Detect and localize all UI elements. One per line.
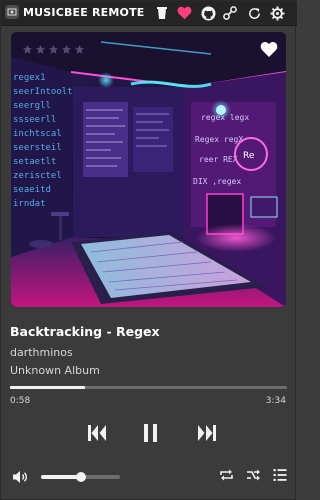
album-art: regex1 seerIntoolt seergll ssseerll inch… [11, 32, 286, 307]
tools-icon[interactable] [221, 4, 239, 22]
svg-text:reer REX: reer REX [199, 155, 238, 164]
svg-text:DIX ,regex: DIX ,regex [193, 177, 241, 186]
svg-text:seaeitd: seaeitd [13, 185, 51, 195]
svg-text:zerisctel: zerisctel [13, 171, 62, 181]
github-icon[interactable] [199, 4, 217, 22]
heart-icon[interactable] [175, 4, 193, 22]
volume-icon [13, 471, 27, 483]
svg-text:ssseerll: ssseerll [13, 115, 56, 125]
pause-button[interactable] [139, 421, 163, 445]
app-icon [5, 5, 19, 19]
star-icon[interactable] [35, 44, 46, 55]
refresh-icon[interactable] [245, 4, 263, 22]
progress-bar[interactable] [10, 386, 287, 389]
svg-text:setaetlt: setaetlt [13, 157, 56, 167]
track-artist: darthminos [10, 346, 73, 359]
pause-icon [144, 424, 157, 442]
playlist-button[interactable] [271, 466, 289, 484]
previous-icon [88, 425, 106, 441]
progress-fill [10, 386, 85, 389]
star-icon[interactable] [61, 44, 72, 55]
star-icon[interactable] [22, 44, 33, 55]
playlist-icon [273, 469, 287, 481]
previous-button[interactable] [85, 421, 109, 445]
svg-text:regex1: regex1 [13, 73, 46, 83]
elapsed-time: 0:58 [10, 396, 31, 406]
title-bar: MUSICBEE REMOTE - ... [1, 1, 297, 26]
star-icon[interactable] [74, 44, 85, 55]
svg-text:seersteil: seersteil [13, 143, 62, 153]
next-button[interactable] [195, 421, 219, 445]
svg-text:seergll: seergll [13, 101, 51, 111]
volume-button[interactable] [11, 468, 29, 486]
total-time: 3:34 [265, 396, 286, 406]
love-heart-icon[interactable] [260, 41, 278, 59]
volume-knob[interactable] [75, 472, 86, 482]
volume-fill [41, 475, 81, 479]
shuffle-button[interactable] [244, 466, 262, 484]
svg-text:Regex regX: Regex regX [195, 135, 243, 144]
svg-text:irndat: irndat [13, 199, 46, 209]
track-title: Backtracking - Regex [10, 324, 160, 339]
star-icon[interactable] [48, 44, 59, 55]
volume-slider[interactable] [41, 472, 120, 482]
rating-stars[interactable] [22, 44, 85, 55]
next-icon [198, 425, 216, 441]
svg-text:inchtscal: inchtscal [13, 129, 62, 139]
repeat-button[interactable] [217, 466, 235, 484]
shuffle-icon [246, 469, 260, 481]
svg-text:Re: Re [243, 151, 255, 161]
album-art-image: regex1 seerIntoolt seergll ssseerll inch… [11, 32, 286, 307]
settings-icon[interactable] [268, 4, 286, 22]
app-window: MUSICBEE REMOTE - ... [0, 0, 297, 500]
repeat-icon [219, 469, 233, 481]
svg-text:seerIntoolt: seerIntoolt [13, 87, 73, 97]
cup-icon[interactable] [153, 4, 171, 22]
window-title: MUSICBEE REMOTE - ... [23, 6, 148, 19]
track-album: Unknown Album [10, 364, 100, 377]
